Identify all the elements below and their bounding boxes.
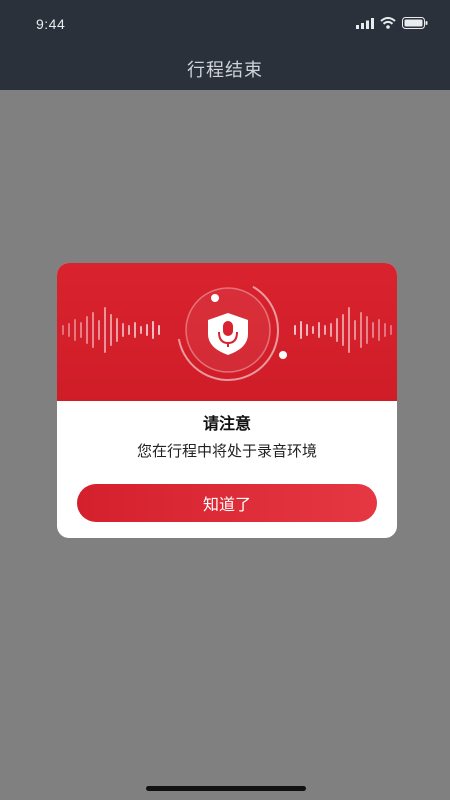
confirm-button[interactable]: 知道了 — [77, 484, 377, 522]
sound-wave-illustration — [62, 279, 392, 381]
battery-icon — [402, 14, 428, 33]
home-indicator[interactable] — [146, 786, 306, 791]
sound-wave-right — [294, 307, 392, 353]
dialog-banner — [57, 263, 397, 401]
sound-wave-left — [62, 307, 160, 353]
signal-icon — [356, 14, 374, 33]
status-bar: 9:44 — [0, 0, 450, 44]
dialog-message: 您在行程中将处于录音环境 — [136, 442, 317, 460]
dialog-title: 请注意 — [202, 414, 251, 433]
app-header: 9:44 行程结束 — [0, 0, 450, 90]
status-icons — [356, 14, 428, 33]
screen: 9:44 行程结束 请注意 您在行程中将处于录音环境 知道了 — [0, 0, 450, 800]
page-title: 行程结束 — [187, 60, 263, 81]
recording-notice-dialog: 请注意 您在行程中将处于录音环境 知道了 — [57, 263, 397, 538]
wifi-icon — [380, 14, 396, 33]
status-time: 9:44 — [36, 16, 66, 32]
